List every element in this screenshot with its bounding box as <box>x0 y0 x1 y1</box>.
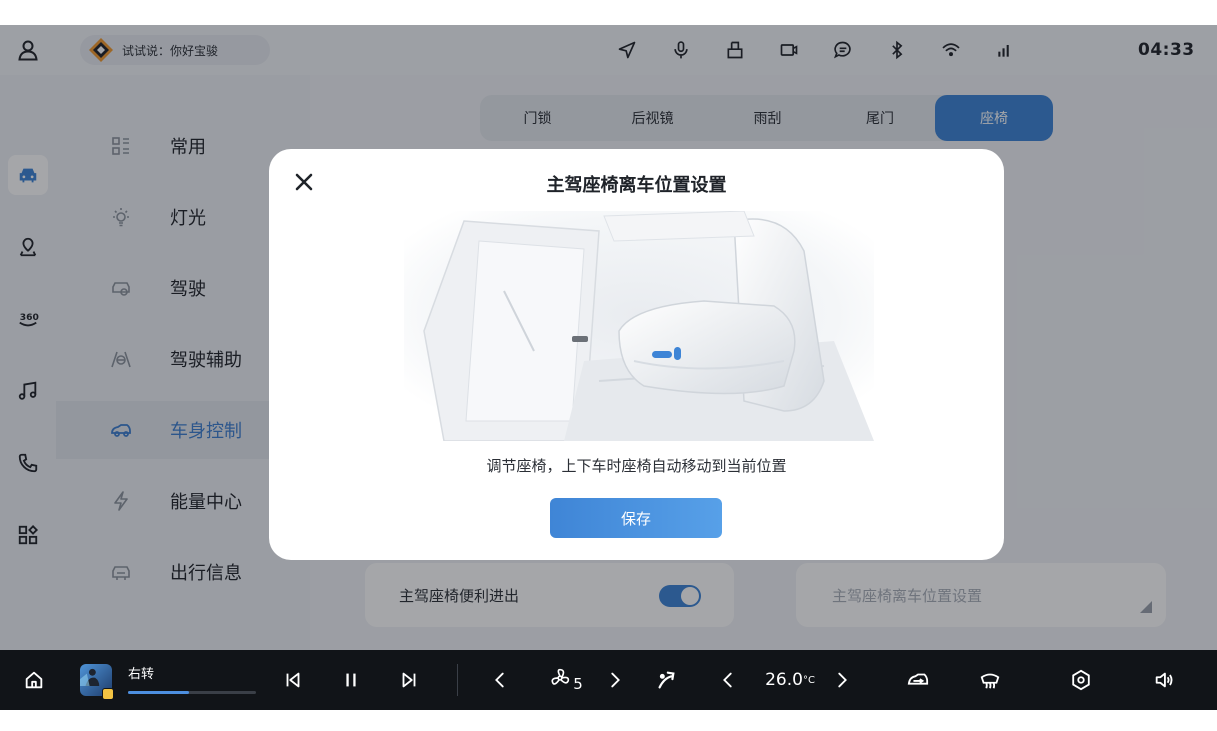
track-progress[interactable] <box>128 691 256 694</box>
bottom-dock: 右转 5 26.0 °C <box>0 650 1217 710</box>
screen: 试试说：你好宝骏 04:33 360 常用 灯光 驾驶 驾驶辅助 车身控制 能量… <box>0 25 1217 710</box>
bottom-margin <box>0 710 1217 731</box>
temp-increase-icon[interactable] <box>830 650 854 710</box>
temperature-unit: °C <box>802 674 815 686</box>
pause-icon[interactable] <box>336 650 366 710</box>
dock-divider <box>457 664 458 696</box>
hexagon-settings-icon[interactable] <box>1063 650 1099 710</box>
temperature-display: 26.0 °C <box>755 650 825 710</box>
seat-exit-position-dialog: 主驾座椅离车位置设置 调节座椅，上下车时座椅自动移动到当前位置 保存 <box>269 149 1004 560</box>
fan-speed[interactable]: 5 <box>536 650 596 710</box>
seat-illustration <box>404 210 874 442</box>
home-icon[interactable] <box>18 650 50 710</box>
track-title: 右转 <box>128 667 155 682</box>
air-recirculation-icon[interactable] <box>900 650 936 710</box>
defrost-icon[interactable] <box>972 650 1008 710</box>
track-progress-fill <box>128 691 190 694</box>
app-badge-icon <box>102 688 114 700</box>
fan-increase-icon[interactable] <box>603 650 627 710</box>
airflow-direction-icon[interactable] <box>650 650 682 710</box>
dialog-description: 调节座椅，上下车时座椅自动移动到当前位置 <box>486 457 787 475</box>
temperature-value: 26.0 <box>765 670 803 690</box>
fan-decrease-icon[interactable] <box>488 650 512 710</box>
dialog-title: 主驾座椅离车位置设置 <box>546 175 727 196</box>
fan-level: 5 <box>573 675 583 693</box>
previous-track-icon[interactable] <box>278 650 308 710</box>
next-track-icon[interactable] <box>394 650 424 710</box>
fan-icon <box>549 667 571 693</box>
temp-decrease-icon[interactable] <box>716 650 740 710</box>
save-button[interactable]: 保存 <box>550 498 722 538</box>
volume-icon[interactable] <box>1146 650 1182 710</box>
